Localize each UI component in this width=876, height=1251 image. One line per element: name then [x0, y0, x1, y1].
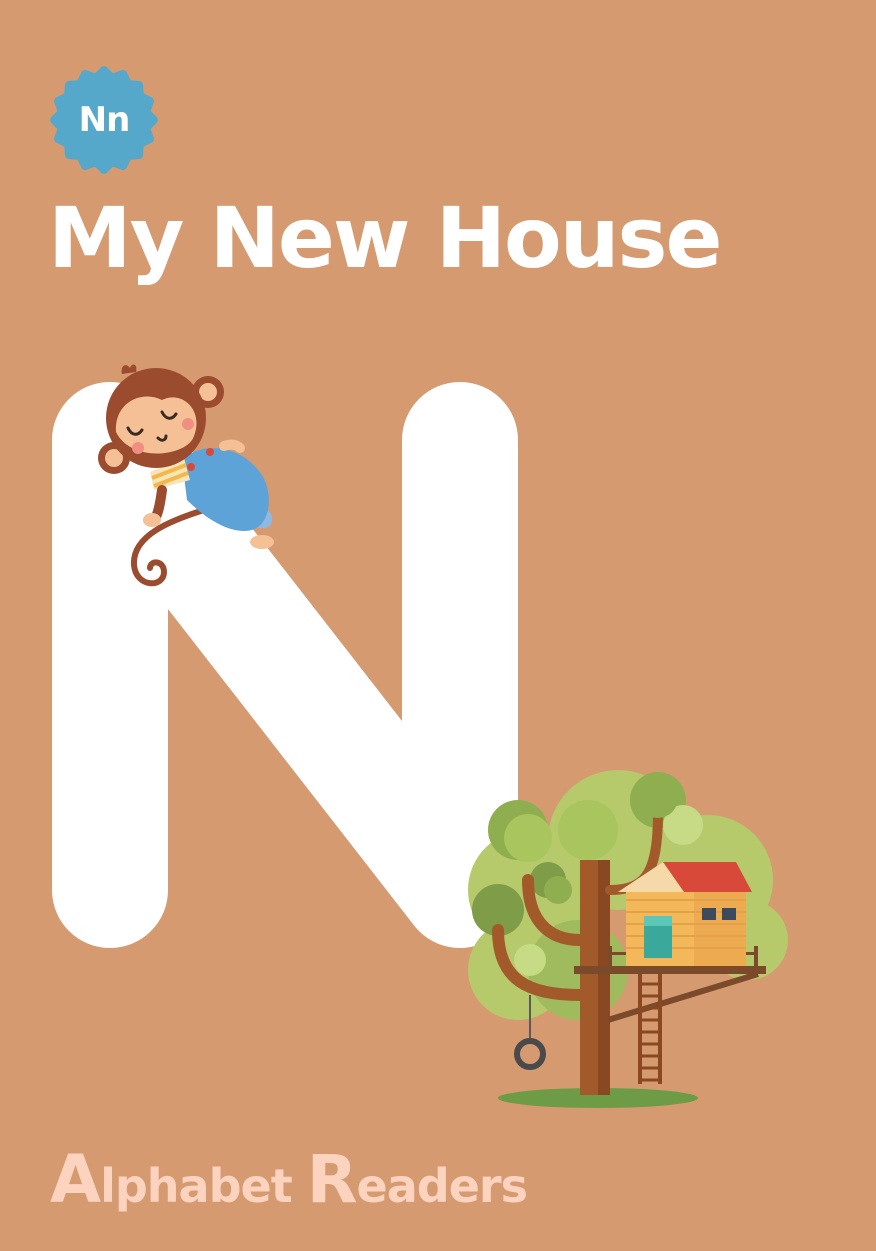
series-word2-rest: eaders: [356, 1159, 528, 1213]
series-word1-initial: A: [50, 1141, 101, 1218]
sleeping-monkey-icon: [98, 364, 274, 587]
treehouse-icon: [468, 770, 788, 1108]
series-name: Alphabet Readers: [50, 1140, 528, 1226]
series-word2-initial: R: [306, 1141, 358, 1218]
series-word1-rest: lphabet: [100, 1159, 307, 1213]
book-cover: Nn My New House Alphabet Readers: [0, 0, 876, 1251]
